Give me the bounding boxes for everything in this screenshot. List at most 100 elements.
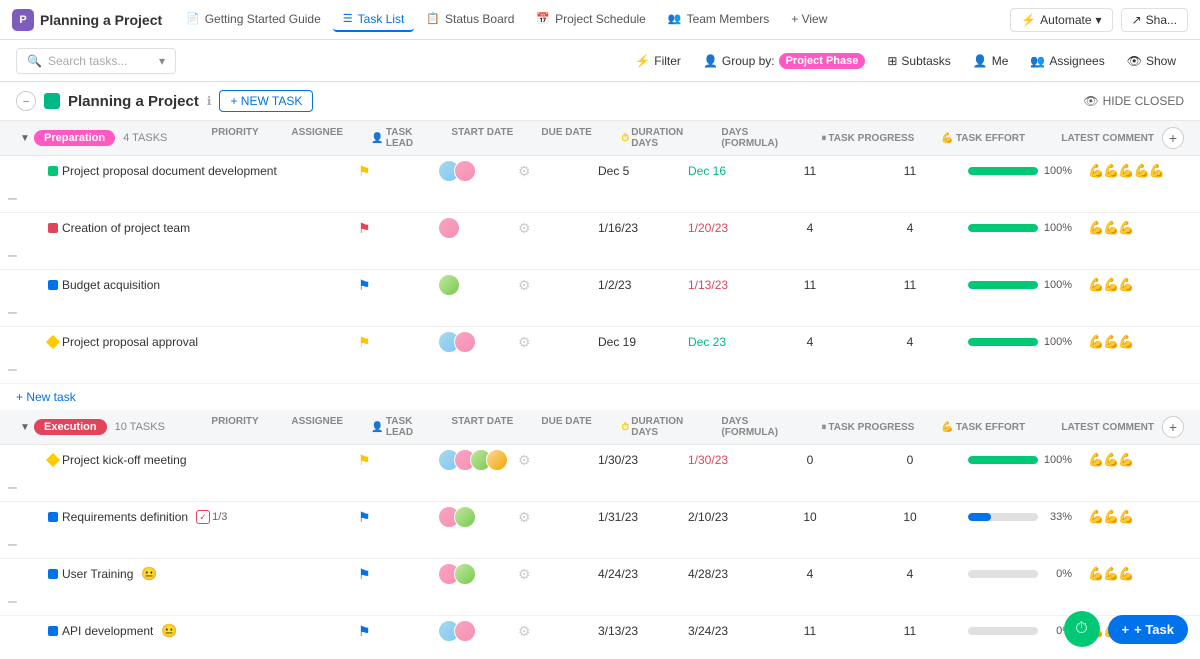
task-progress: 100% [960, 450, 1080, 470]
tab-team-members[interactable]: 👥 Team Members [658, 8, 779, 32]
avatar-group [438, 620, 476, 642]
avatar-group [438, 331, 476, 353]
tab-getting-started[interactable]: 📄 Getting Started Guide [176, 8, 331, 32]
task-priority[interactable]: ⚑ [350, 448, 430, 473]
col-start-date: START DATE [443, 127, 533, 149]
settings-icon[interactable]: ⚙ [518, 277, 531, 294]
doc-icon: 📄 [186, 12, 200, 25]
flag-icon: ⚑ [358, 334, 371, 351]
timer-fab-button[interactable]: ⏱ [1064, 611, 1100, 647]
automate-button[interactable]: ⚡ Automate ▾ [1010, 8, 1112, 32]
task-progress: 100% [960, 275, 1080, 295]
task-due-date: 1/13/23 [680, 274, 760, 296]
subtask-icon: ⊞ [887, 54, 897, 68]
info-icon[interactable]: ℹ [207, 94, 212, 108]
settings-icon[interactable]: ⚙ [518, 623, 531, 640]
subtask-checkbox: ✓ [196, 510, 210, 524]
settings-icon[interactable]: ⚙ [518, 452, 531, 469]
task-name: User Training [62, 567, 133, 581]
col-days-formula: DAYS (FORMULA) [713, 127, 813, 149]
group-by-button[interactable]: 👤 Group by: Project Phase [695, 49, 873, 73]
task-lead: ⚙ [510, 330, 590, 355]
avatar [438, 274, 460, 296]
section-execution-add[interactable]: + [1162, 416, 1184, 438]
board-icon: 📋 [426, 12, 440, 25]
collapse-button[interactable]: – [16, 91, 36, 111]
task-priority[interactable]: ⚑ [350, 505, 430, 530]
search-box[interactable]: 🔍 Search tasks... ▾ [16, 48, 176, 74]
task-start-date: 1/2/23 [590, 274, 680, 296]
task-duration: 0 [760, 449, 860, 471]
task-priority[interactable]: ⚑ [350, 330, 430, 355]
task-priority[interactable]: ⚑ [350, 216, 430, 241]
preparation-badge: Preparation [34, 130, 115, 146]
collapse-execution-button[interactable]: ▼ [16, 418, 34, 436]
me-button[interactable]: 👤 Me [965, 50, 1017, 72]
task-effort: 💪💪💪 [1080, 330, 1200, 354]
settings-icon[interactable]: ⚙ [518, 566, 531, 583]
section-header-preparation: ▼ Preparation 4 TASKS PRIORITY ASSIGNEE … [0, 121, 1200, 156]
project-icon [44, 93, 60, 109]
settings-icon[interactable]: ⚙ [518, 163, 531, 180]
subtasks-button[interactable]: ⊞ Subtasks [879, 50, 958, 72]
task-priority[interactable]: ⚑ [350, 619, 430, 644]
task-progress: 33% [960, 507, 1080, 527]
show-button[interactable]: 👁 Show [1119, 50, 1184, 72]
task-start-date: Dec 19 [590, 331, 680, 353]
avatar [454, 331, 476, 353]
tab-status-board[interactable]: 📋 Status Board [416, 8, 524, 32]
task-effort: 💪💪💪 [1080, 562, 1200, 586]
task-name-cell: Creation of project team [40, 217, 350, 239]
new-task-button[interactable]: + NEW TASK [219, 90, 313, 112]
task-assignee [430, 502, 510, 532]
execution-count: 10 TASKS [115, 421, 165, 433]
tab-project-schedule[interactable]: 📅 Project Schedule [526, 8, 655, 32]
task-assignee [430, 616, 510, 646]
task-progress: 100% [960, 218, 1080, 238]
task-assignee [430, 213, 510, 243]
task-name: API development [62, 624, 153, 638]
status-emoji: 😐 [161, 623, 177, 639]
tab-add-view[interactable]: + View [781, 8, 837, 32]
filter-button[interactable]: ⚡ Filter [627, 50, 689, 72]
task-lead: ⚙ [510, 273, 590, 298]
add-task-preparation[interactable]: + New task [0, 384, 1200, 410]
add-task-fab-button[interactable]: + + Task [1108, 615, 1188, 644]
collapse-preparation-button[interactable]: ▼ [16, 129, 34, 147]
automate-icon: ⚡ [1021, 13, 1036, 27]
hide-closed-button[interactable]: 👁 HIDE CLOSED [1083, 94, 1184, 108]
task-name: Project proposal approval [62, 335, 198, 349]
task-comment: – [0, 475, 40, 501]
section-add-button[interactable]: + [1162, 127, 1184, 149]
task-color [48, 626, 58, 636]
settings-icon[interactable]: ⚙ [518, 220, 531, 237]
task-assignee [430, 559, 510, 589]
task-comment: – [0, 300, 40, 326]
assignees-button[interactable]: 👥 Assignees [1022, 50, 1112, 72]
flag-icon: ⚑ [358, 452, 371, 469]
task-priority[interactable]: ⚑ [350, 159, 430, 184]
col-task-lead: 👤TASK LEAD [363, 127, 443, 149]
task-name-cell: Budget acquisition [40, 274, 350, 296]
col-priority2: PRIORITY [203, 416, 283, 438]
col-task-effort: 💪TASK EFFORT [933, 127, 1053, 149]
task-expand [0, 167, 40, 175]
task-priority[interactable]: ⚑ [350, 273, 430, 298]
col-assignee2: ASSIGNEE [283, 416, 363, 438]
settings-icon[interactable]: ⚙ [518, 334, 531, 351]
task-name-cell: Requirements definition ✓ 1/3 [40, 506, 350, 528]
task-comment: – [0, 532, 40, 558]
task-priority[interactable]: ⚑ [350, 562, 430, 587]
task-due-date: 1/20/23 [680, 217, 760, 239]
task-color [48, 512, 58, 522]
share-button[interactable]: ↗ Sha... [1121, 8, 1188, 32]
person-icon: 👤 [973, 54, 988, 68]
task-lead: ⚙ [510, 562, 590, 587]
task-comment: – [0, 646, 40, 658]
avatar [438, 217, 460, 239]
tab-task-list[interactable]: ☰ Task List [333, 8, 415, 32]
settings-icon[interactable]: ⚙ [518, 509, 531, 526]
task-duration: 11 [760, 160, 860, 182]
task-comment: – [0, 357, 40, 383]
task-effort: 💪💪💪 [1080, 448, 1200, 472]
